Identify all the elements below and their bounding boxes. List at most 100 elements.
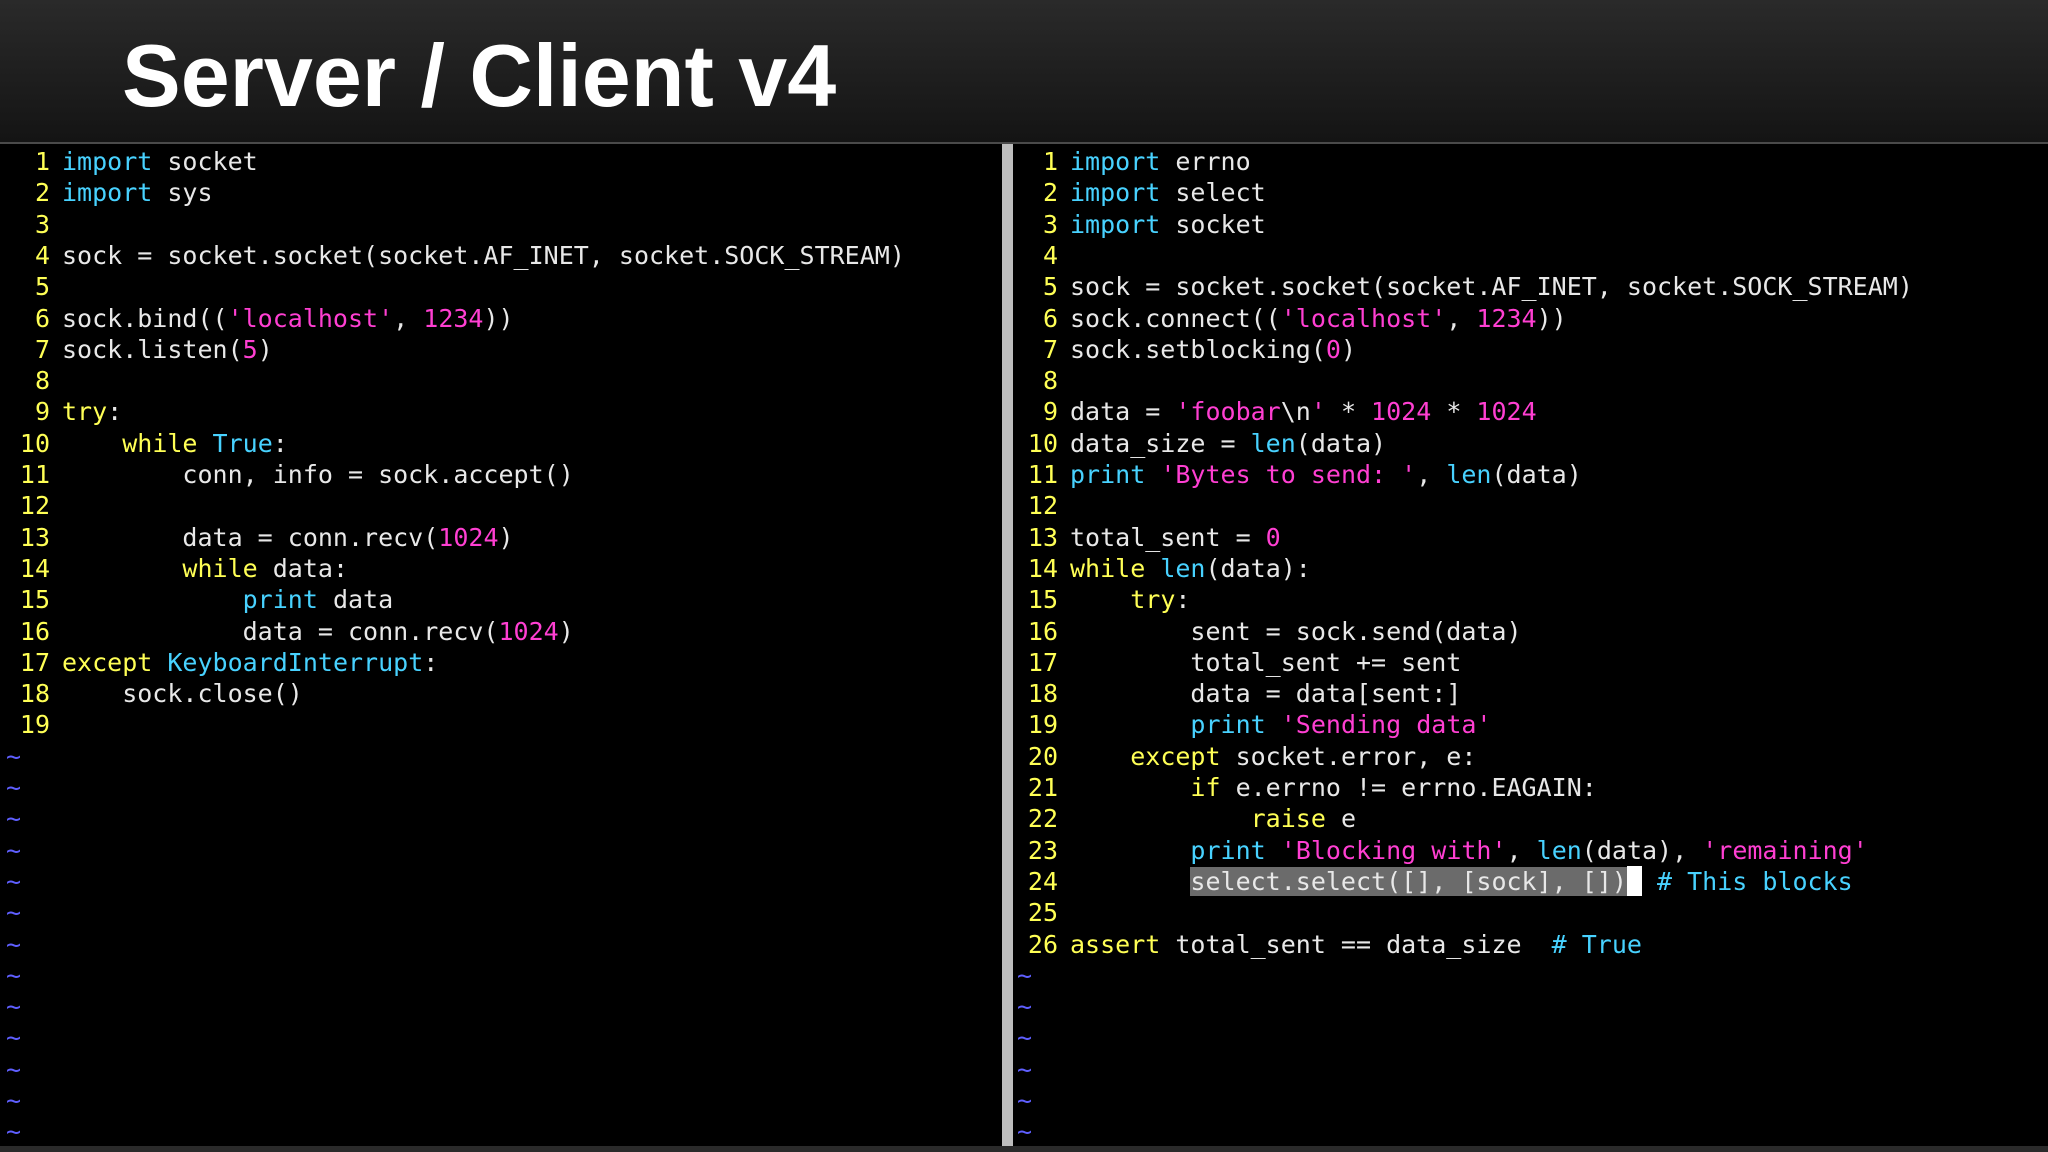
code-line[interactable]: 15 try: xyxy=(1013,584,1191,615)
code-keyword: while xyxy=(122,428,198,458)
empty-line-tilde: ~ xyxy=(1017,1117,1033,1146)
code-token: : xyxy=(272,428,288,458)
code-line[interactable]: 15 print data xyxy=(0,584,393,615)
code-line[interactable]: 14 while len(data): xyxy=(1013,553,1311,584)
code-token: data = conn.recv( xyxy=(62,616,499,646)
code-line[interactable]: 13 total_sent = 0 xyxy=(1013,522,1281,553)
code-line[interactable]: 18 sock.close() xyxy=(0,678,303,709)
code-keyword: True xyxy=(212,428,273,458)
code-token: * xyxy=(1431,397,1477,427)
code-line[interactable]: 10 while True: xyxy=(0,428,288,459)
empty-line-tilde: ~ xyxy=(6,804,22,834)
code-token: data = conn.recv( xyxy=(62,522,439,552)
code-line[interactable]: 5 sock = socket.socket(socket.AF_INET, so… xyxy=(1013,271,1913,302)
code-line[interactable]: 6 sock.bind(('localhost', 1234)) xyxy=(0,303,514,334)
code-line[interactable]: 8 xyxy=(0,365,62,396)
code-token: total_sent == data_size xyxy=(1160,929,1552,959)
code-line[interactable]: 24 select.select([], [sock], []) # This … xyxy=(1013,865,1853,897)
code-line[interactable]: 11 conn, info = sock.accept() xyxy=(0,459,574,490)
string-literal: 'Sending data' xyxy=(1280,710,1492,740)
code-line[interactable]: 18 data = data[sent:] xyxy=(1013,678,1461,709)
code-token: : xyxy=(423,647,439,677)
code-line[interactable]: 22 raise e xyxy=(1013,803,1356,834)
line-number: 20 xyxy=(1027,741,1058,771)
code-line[interactable]: 20 except socket.error, e: xyxy=(1013,741,1477,772)
code-line[interactable]: 21 if e.errno != errno.EAGAIN: xyxy=(1013,772,1597,803)
code-line[interactable]: 25 xyxy=(1013,897,1070,928)
code-line[interactable]: 14 while data: xyxy=(0,553,348,584)
vim-pane-server[interactable]: 1 import socket 2 import sys 3 4 sock = socket… xyxy=(0,144,1002,1146)
empty-line-tilde: ~ xyxy=(6,898,22,928)
code-line[interactable]: 4 xyxy=(1013,240,1070,271)
code-line[interactable]: 7 sock.setblocking(0) xyxy=(1013,334,1356,365)
code-line[interactable]: 10 data_size = len(data) xyxy=(1013,428,1386,459)
code-token: : xyxy=(107,397,123,427)
code-keyword: import xyxy=(1070,147,1161,176)
code-keyword: except xyxy=(1130,741,1221,771)
code-keyword: len xyxy=(1160,553,1206,583)
code-line[interactable]: 1 import errno xyxy=(1013,146,1251,177)
code-line[interactable]: 26 assert total_sent == data_size # True xyxy=(1013,929,1642,960)
code-keyword: try xyxy=(62,397,108,427)
code-line[interactable]: 3 import socket xyxy=(1013,209,1266,240)
line-number: 26 xyxy=(1027,929,1058,959)
line-number: 3 xyxy=(34,209,50,239)
code-keyword: try xyxy=(1130,585,1176,615)
code-line[interactable]: 17 except KeyboardInterrupt: xyxy=(0,647,438,678)
code-line[interactable]: 16 sent = sock.send(data) xyxy=(1013,616,1522,647)
code-line[interactable]: 12 xyxy=(0,490,62,521)
code-token: sys xyxy=(152,178,213,208)
code-line[interactable]: 9 data = 'foobar\n' * 1024 * 1024 xyxy=(1013,396,1537,427)
vertical-split-divider[interactable] xyxy=(1002,144,1013,1146)
code-line[interactable]: 6 sock.connect(('localhost', 1234)) xyxy=(1013,303,1567,334)
line-number: 6 xyxy=(1042,303,1058,333)
code-line[interactable]: 12 xyxy=(1013,490,1070,521)
code-line[interactable]: 17 total_sent += sent xyxy=(1013,647,1461,678)
code-keyword: while xyxy=(1070,553,1146,583)
code-keyword: print xyxy=(1190,710,1266,740)
line-number: 3 xyxy=(1042,209,1058,239)
code-line[interactable]: 9 try: xyxy=(0,396,122,427)
number-literal: 0 xyxy=(1265,522,1281,552)
empty-line-tilde: ~ xyxy=(6,866,22,896)
code-line[interactable]: 1 import socket xyxy=(0,146,258,177)
code-token: socket.error, e: xyxy=(1220,741,1477,771)
vim-pane-client[interactable]: 1 import errno 2 import select 3 import socke… xyxy=(1013,144,2048,1146)
presentation-slide: Server / Client v4 1 import socket 2 import… xyxy=(0,0,2048,1152)
code-line[interactable]: 13 data = conn.recv(1024) xyxy=(0,522,514,553)
code-line[interactable]: 11 print 'Bytes to send: ', len(data) xyxy=(1013,459,1582,490)
code-token: sock = socket.socket(socket.AF_INET, soc… xyxy=(1070,272,1913,302)
code-line[interactable]: 4 sock = socket.socket(socket.AF_INET, so… xyxy=(0,240,905,271)
code-keyword: print xyxy=(242,585,318,615)
code-line[interactable]: 19 xyxy=(0,709,62,740)
code-line[interactable]: 16 data = conn.recv(1024) xyxy=(0,616,574,647)
line-number: 22 xyxy=(1027,804,1058,834)
line-number: 18 xyxy=(1027,679,1058,709)
code-line[interactable]: 2 import sys xyxy=(0,177,213,208)
code-token: ) xyxy=(257,334,273,364)
code-line[interactable]: 23 print 'Blocking with', len(data), 're… xyxy=(1013,835,1868,866)
string-literal: 'Blocking with' xyxy=(1280,835,1507,865)
code-token: errno xyxy=(1160,147,1251,176)
empty-line-tilde: ~ xyxy=(6,1086,22,1115)
code-line[interactable]: 19 print 'Sending data' xyxy=(1013,709,1492,740)
code-line[interactable]: 2 import select xyxy=(1013,177,1266,208)
line-number: 23 xyxy=(1027,835,1058,865)
code-token: sock = socket.socket(socket.AF_INET, soc… xyxy=(62,240,905,270)
line-number: 4 xyxy=(1042,240,1058,270)
line-number: 1 xyxy=(1042,147,1058,176)
code-line[interactable]: 3 xyxy=(0,209,62,240)
text-cursor xyxy=(1626,865,1642,896)
code-token: ) xyxy=(558,616,574,646)
code-line[interactable]: 7 sock.listen(5) xyxy=(0,334,273,365)
code-line[interactable]: 5 xyxy=(0,271,62,302)
slide-title-bar: Server / Client v4 xyxy=(0,0,2048,144)
code-line[interactable]: 8 xyxy=(1013,365,1070,396)
line-number: 11 xyxy=(19,460,50,489)
code-keyword: while xyxy=(182,553,258,583)
